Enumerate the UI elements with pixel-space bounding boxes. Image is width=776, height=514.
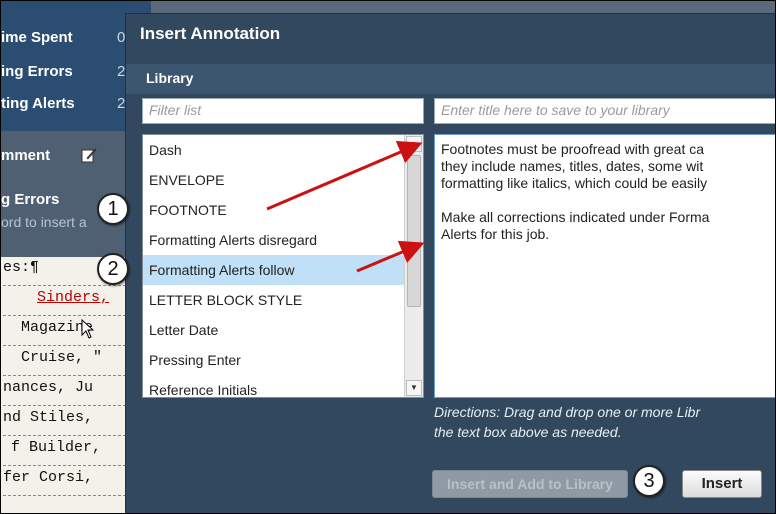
callout-3: 3 [633, 465, 665, 497]
callout-2: 2 [97, 253, 129, 285]
insert-annotation-dialog: Insert Annotation Library Filter list En… [125, 13, 775, 513]
comment-label: mment [1, 147, 51, 164]
library-list[interactable]: Dash ENVELOPE FOOTNOTE Formatting Alerts… [142, 134, 424, 398]
scroll-thumb[interactable] [407, 155, 421, 307]
directions-text: Directions: Drag and drop one or more Li… [434, 402, 775, 442]
insert-button[interactable]: Insert [682, 470, 762, 498]
screenshot-frame: ime Spent 0 ing Errors 2 ting Alerts 2 mmen… [0, 0, 776, 514]
scroll-up-arrow-icon[interactable]: ▲ [406, 136, 422, 152]
library-section-header: Library [126, 64, 775, 94]
stat-time-spent: ime Spent 0 [1, 29, 126, 46]
list-item[interactable]: FOOTNOTE [143, 195, 405, 225]
scroll-down-arrow-icon[interactable]: ▼ [406, 380, 422, 396]
mouse-cursor-icon [81, 319, 95, 339]
list-item[interactable]: ENVELOPE [143, 165, 405, 195]
library-title-input[interactable]: Enter title here to save to your library [434, 98, 775, 124]
list-item[interactable]: Reference Initials [143, 375, 405, 397]
insert-and-add-to-library-button[interactable]: Insert and Add to Library [432, 470, 628, 498]
list-item[interactable]: Formatting Alerts disregard [143, 225, 405, 255]
insert-hint: ord to insert a [1, 214, 87, 230]
list-item-selected[interactable]: Formatting Alerts follow [143, 255, 405, 285]
list-item[interactable]: LETTER BLOCK STYLE [143, 285, 405, 315]
list-item[interactable]: Dash [143, 135, 405, 165]
stat-errors: ing Errors 2 [1, 63, 126, 80]
list-item[interactable]: Pressing Enter [143, 345, 405, 375]
filter-list-input[interactable]: Filter list [142, 98, 424, 124]
library-label: Library [146, 70, 194, 86]
errors-heading: g Errors [1, 191, 60, 208]
stat-alerts: ting Alerts 2 [1, 95, 126, 112]
callout-1: 1 [97, 193, 129, 225]
dialog-title: Insert Annotation [140, 24, 281, 43]
pencil-icon[interactable] [81, 147, 97, 163]
list-item[interactable]: Letter Date [143, 315, 405, 345]
directions-line-1: Directions: Drag and drop one or more Li… [434, 404, 701, 420]
directions-line-2: the text box above as needed. [434, 424, 622, 440]
annotation-text-area[interactable]: Footnotes must be proofread with great c… [434, 134, 775, 398]
list-scrollbar[interactable]: ▲ ▼ [404, 135, 423, 397]
